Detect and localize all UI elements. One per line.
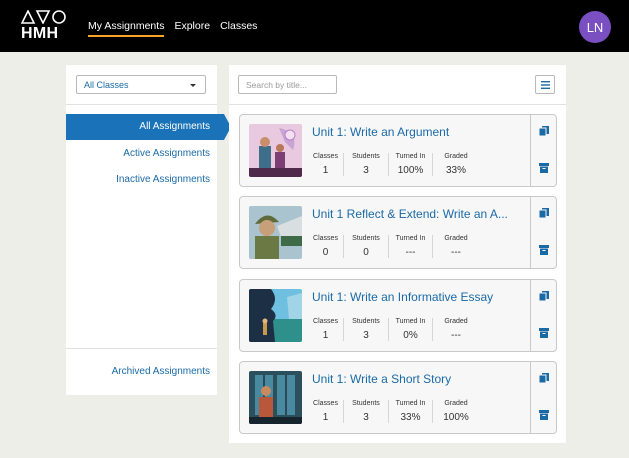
stat-graded: 100% <box>443 412 469 423</box>
avatar[interactable]: LN <box>579 11 611 43</box>
stat-label: Turned In <box>395 318 426 325</box>
stat-turned-in: 0% <box>403 330 418 341</box>
assignment-card[interactable]: Unit 1: Write an Argument Classes 1 Stude… <box>239 114 557 187</box>
archive-icon[interactable] <box>539 245 549 255</box>
stat-graded: --- <box>451 247 461 258</box>
chevron-down-icon <box>190 84 196 87</box>
stat-label: Classes <box>313 235 338 242</box>
assignment-card[interactable]: Unit 1: Write a Short Story Classes 1 Stu… <box>239 361 557 434</box>
sidebar-item-archived-assignments[interactable]: Archived Assignments <box>112 366 210 377</box>
card-actions <box>530 362 557 433</box>
list-view-button[interactable] <box>535 75 555 94</box>
main-nav: My Assignments Explore Classes <box>88 20 257 37</box>
assignment-title[interactable]: Unit 1: Write an Argument <box>312 125 512 139</box>
assignment-stats: Classes 1 Students 3 Turned In 100% Graded 3… <box>312 153 479 176</box>
assignment-thumbnail <box>249 206 302 259</box>
card-actions <box>530 115 557 186</box>
copy-icon[interactable] <box>539 291 549 301</box>
card-actions <box>530 197 557 268</box>
sidebar: All Classes All Assignments Active Assig… <box>66 65 231 395</box>
stat-turned-in: --- <box>405 247 416 258</box>
divider <box>66 104 217 105</box>
argument-art-icon <box>249 124 302 177</box>
stat-students: 3 <box>363 165 369 176</box>
stat-label: Classes <box>313 318 338 325</box>
sidebar-item-inactive-assignments[interactable]: Inactive Assignments <box>116 174 210 185</box>
archive-icon[interactable] <box>539 410 549 420</box>
sidebar-item-all-assignments[interactable]: All Assignments <box>66 114 231 140</box>
class-filter-dropdown[interactable]: All Classes <box>76 75 206 94</box>
assignments-panel: Unit 1: Write an Argument Classes 1 Stude… <box>229 65 566 443</box>
assignment-card[interactable]: Unit 1 Reflect & Extend: Write an A... C… <box>239 196 557 269</box>
stat-classes: 1 <box>322 165 329 176</box>
hmh-logo[interactable]: HMH <box>21 10 67 44</box>
stat-label: Classes <box>313 153 338 160</box>
stat-label: Turned In <box>395 153 426 160</box>
stat-label: Classes <box>313 400 338 407</box>
assignment-stats: Classes 0 Students 0 Turned In --- Graded --… <box>312 235 479 258</box>
assignment-stats: Classes 1 Students 3 Turned In 33% Graded 10… <box>312 400 479 423</box>
stat-label: Graded <box>444 153 468 160</box>
stat-label: Graded <box>444 400 468 407</box>
stat-label: Turned In <box>395 235 426 242</box>
divider <box>229 104 566 105</box>
card-actions <box>530 280 557 351</box>
assignment-thumbnail <box>249 124 302 177</box>
assignment-thumbnail <box>249 371 302 424</box>
stat-graded: 33% <box>445 165 466 176</box>
stat-label: Turned In <box>395 400 426 407</box>
logo-text: HMH <box>21 25 59 42</box>
stat-label: Students <box>352 153 380 160</box>
stat-classes: 0 <box>322 247 329 258</box>
list-icon <box>540 80 550 89</box>
stat-turned-in: 100% <box>397 165 424 176</box>
assignment-title[interactable]: Unit 1 Reflect & Extend: Write an A... <box>312 207 512 221</box>
stat-classes: 1 <box>322 330 329 341</box>
top-nav-bar: HMH My Assignments Explore Classes LN <box>0 0 629 52</box>
assignment-title[interactable]: Unit 1: Write a Short Story <box>312 372 512 386</box>
stat-label: Students <box>352 400 380 407</box>
stat-classes: 1 <box>322 412 329 423</box>
copy-icon[interactable] <box>539 373 549 383</box>
window-art-icon <box>249 371 302 424</box>
stat-students: 3 <box>363 330 369 341</box>
stat-label: Graded <box>444 235 468 242</box>
archive-icon[interactable] <box>539 163 549 173</box>
class-filter-value: All Classes <box>84 80 129 90</box>
nav-classes[interactable]: Classes <box>220 20 257 37</box>
nav-explore[interactable]: Explore <box>174 20 210 37</box>
logo-shapes-icon <box>21 10 66 24</box>
archive-icon[interactable] <box>539 328 549 338</box>
copy-icon[interactable] <box>539 208 549 218</box>
divider <box>66 348 217 349</box>
stat-label: Students <box>352 235 380 242</box>
sidebar-item-active-assignments[interactable]: Active Assignments <box>123 148 210 159</box>
assignment-card[interactable]: Unit 1: Write an Informative Essay Class… <box>239 279 557 352</box>
stat-turned-in: 33% <box>400 412 421 423</box>
assignment-title[interactable]: Unit 1: Write an Informative Essay <box>312 290 512 304</box>
stat-students: 3 <box>363 412 369 423</box>
search-input[interactable] <box>238 75 337 94</box>
soldier-art-icon <box>249 206 302 259</box>
stat-students: 0 <box>363 247 369 258</box>
stat-label: Graded <box>444 318 468 325</box>
copy-icon[interactable] <box>539 126 549 136</box>
stat-graded: --- <box>451 330 461 341</box>
nav-my-assignments[interactable]: My Assignments <box>88 20 165 37</box>
silhouette-art-icon <box>249 289 302 342</box>
assignment-stats: Classes 1 Students 3 Turned In 0% Graded --- <box>312 318 479 341</box>
assignment-thumbnail <box>249 289 302 342</box>
stat-label: Students <box>352 318 380 325</box>
